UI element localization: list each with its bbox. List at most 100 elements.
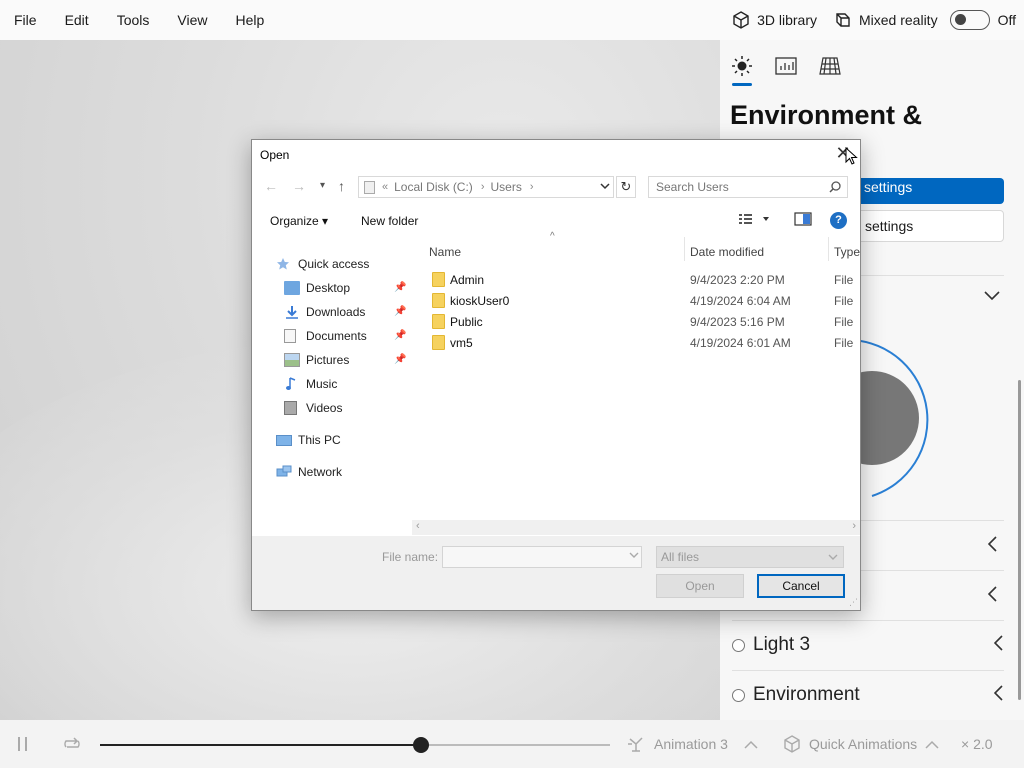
timeline-progress bbox=[100, 744, 422, 746]
file-date: 4/19/2024 6:01 AM bbox=[690, 336, 791, 350]
chevron-left-icon[interactable] bbox=[993, 684, 1004, 706]
tab-lighting[interactable] bbox=[730, 52, 754, 86]
column-separator[interactable] bbox=[828, 237, 829, 261]
dialog-title: Open bbox=[260, 148, 290, 162]
resize-grip-icon[interactable]: ⋰ bbox=[849, 597, 858, 608]
dialog-footer: File name: All files Open Cancel ⋰ bbox=[252, 536, 860, 610]
mixed-reality-button[interactable]: Mixed reality bbox=[829, 10, 942, 30]
nav-videos[interactable]: Videos bbox=[284, 397, 342, 419]
search-input[interactable]: Search Users bbox=[648, 176, 848, 198]
light-row-environment[interactable]: Environment bbox=[732, 670, 1004, 720]
download-icon bbox=[284, 305, 300, 319]
organize-button[interactable]: Organize ▾ bbox=[270, 214, 328, 228]
address-bar[interactable]: « Local Disk (C:) › Users › bbox=[358, 176, 614, 198]
3d-library-button[interactable]: 3D library bbox=[727, 10, 821, 30]
menu-view[interactable]: View bbox=[163, 0, 221, 40]
chevron-up-icon[interactable] bbox=[925, 737, 939, 755]
environment-radio[interactable] bbox=[732, 688, 745, 702]
menu-edit[interactable]: Edit bbox=[51, 0, 103, 40]
primary-settings-button[interactable]: settings bbox=[850, 178, 1004, 204]
loop-icon[interactable] bbox=[62, 736, 82, 757]
folder-icon bbox=[432, 293, 445, 308]
navigation-pane: Quick access Desktop 📌 Downloads 📌 Docum… bbox=[252, 237, 412, 537]
animation-timeline[interactable] bbox=[100, 737, 610, 753]
new-folder-button[interactable]: New folder bbox=[361, 214, 418, 228]
mixed-reality-toggle[interactable] bbox=[949, 10, 990, 30]
column-type[interactable]: Type bbox=[834, 245, 860, 259]
grid-icon bbox=[819, 57, 841, 75]
environment-label: Environment bbox=[753, 684, 860, 705]
breadcrumb-separator: › bbox=[480, 181, 485, 193]
preview-pane-icon[interactable] bbox=[794, 212, 812, 229]
file-name: vm5 bbox=[450, 336, 473, 350]
collapse-chevron-icon[interactable] bbox=[987, 536, 998, 557]
tab-stats[interactable] bbox=[774, 52, 798, 80]
filter-label: All files bbox=[661, 550, 700, 564]
speed-label[interactable]: × 2.0 bbox=[961, 736, 993, 752]
menu-file[interactable]: File bbox=[0, 0, 51, 40]
quick-animations-label[interactable]: Quick Animations bbox=[809, 736, 917, 752]
pin-icon[interactable]: 📌 bbox=[394, 354, 406, 365]
address-dropdown-icon[interactable] bbox=[599, 179, 611, 196]
scroll-right-icon[interactable]: › bbox=[852, 520, 856, 532]
panel-scrollbar[interactable] bbox=[1018, 380, 1021, 700]
back-arrow-icon[interactable]: ← bbox=[264, 178, 278, 194]
chevron-left-icon[interactable] bbox=[993, 634, 1004, 656]
chevron-up-icon[interactable] bbox=[744, 737, 758, 755]
menu-bar: File Edit Tools View Help 3D library Mix… bbox=[0, 0, 1024, 40]
file-name-dropdown-icon[interactable] bbox=[628, 550, 640, 563]
breadcrumb-overflow-icon[interactable]: « bbox=[382, 181, 388, 193]
file-row-admin[interactable]: Admin 9/4/2023 2:20 PM File fo bbox=[424, 269, 856, 290]
file-type-filter[interactable]: All files bbox=[656, 546, 844, 568]
drive-icon bbox=[364, 180, 375, 194]
column-date-modified[interactable]: Date modified bbox=[690, 245, 764, 259]
filter-dropdown-icon[interactable] bbox=[827, 547, 839, 574]
nav-desktop[interactable]: Desktop bbox=[284, 277, 350, 299]
cancel-button[interactable]: Cancel bbox=[757, 574, 845, 598]
refresh-button[interactable]: ↻ bbox=[616, 176, 636, 198]
help-icon[interactable]: ? bbox=[830, 212, 847, 229]
up-arrow-icon[interactable]: ↑ bbox=[338, 178, 345, 194]
breadcrumb-folder[interactable]: Users bbox=[490, 180, 521, 194]
menu-help[interactable]: Help bbox=[221, 0, 278, 40]
nav-label: Videos bbox=[306, 401, 343, 415]
pin-icon[interactable]: 📌 bbox=[394, 282, 406, 293]
pin-icon[interactable]: 📌 bbox=[394, 306, 406, 317]
nav-pictures[interactable]: Pictures bbox=[284, 349, 349, 371]
view-options-icon[interactable] bbox=[738, 212, 772, 229]
column-name[interactable]: Name bbox=[429, 245, 461, 259]
nav-this-pc[interactable]: This PC bbox=[276, 429, 341, 451]
pin-icon[interactable]: 📌 bbox=[394, 330, 406, 341]
nav-label: Pictures bbox=[306, 353, 350, 367]
nav-documents[interactable]: Documents bbox=[284, 325, 367, 347]
nav-network[interactable]: Network bbox=[276, 461, 342, 483]
organize-label: Organize bbox=[270, 214, 319, 228]
recent-dropdown-icon[interactable]: ▾ bbox=[320, 180, 325, 191]
light-row-light3[interactable]: Light 3 bbox=[732, 620, 1004, 670]
breadcrumb-drive[interactable]: Local Disk (C:) bbox=[394, 180, 473, 194]
nav-music[interactable]: Music bbox=[284, 373, 337, 395]
nav-quick-access[interactable]: Quick access bbox=[276, 253, 369, 275]
file-row-vm5[interactable]: vm5 4/19/2024 6:01 AM File fo bbox=[424, 332, 856, 353]
scroll-left-icon[interactable]: ‹ bbox=[416, 520, 420, 532]
open-button[interactable]: Open bbox=[656, 574, 744, 598]
menu-tools[interactable]: Tools bbox=[103, 0, 164, 40]
pause-icon[interactable] bbox=[16, 736, 30, 757]
file-row-kioskuser0[interactable]: kioskUser0 4/19/2024 6:04 AM File fo bbox=[424, 290, 856, 311]
file-name-input[interactable] bbox=[442, 546, 642, 568]
nav-downloads[interactable]: Downloads bbox=[284, 301, 365, 323]
animation-label[interactable]: Animation 3 bbox=[654, 736, 728, 752]
tab-grid[interactable] bbox=[818, 52, 842, 80]
mixed-reality-icon bbox=[836, 13, 850, 27]
light3-radio[interactable] bbox=[732, 638, 745, 652]
animation-icon bbox=[626, 735, 646, 758]
secondary-settings-button[interactable]: settings bbox=[850, 210, 1004, 242]
cube-icon bbox=[782, 735, 802, 758]
forward-arrow-icon[interactable]: → bbox=[292, 178, 306, 194]
file-row-public[interactable]: Public 9/4/2023 5:16 PM File fo bbox=[424, 311, 856, 332]
column-separator[interactable] bbox=[684, 237, 685, 261]
expand-chevron-icon[interactable] bbox=[984, 288, 1000, 306]
nav-label: Network bbox=[298, 465, 343, 479]
horizontal-scrollbar[interactable]: ‹ › bbox=[412, 520, 860, 535]
collapse-chevron-icon[interactable] bbox=[987, 586, 998, 607]
